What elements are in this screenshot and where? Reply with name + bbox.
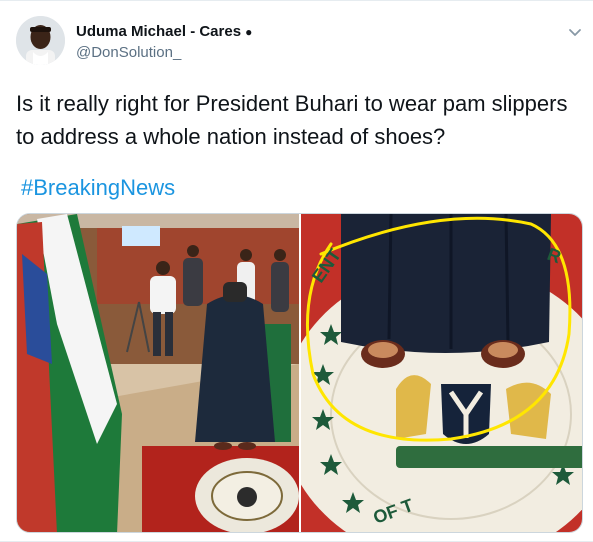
photo-right[interactable]: R ENT OF T — [300, 214, 582, 532]
tweet-text: Is it really right for President Buhari … — [16, 91, 568, 149]
chevron-down-icon[interactable] — [566, 23, 584, 41]
avatar[interactable] — [16, 16, 65, 65]
user-handle[interactable]: @DonSolution_ — [76, 44, 181, 61]
photo-left[interactable] — [17, 214, 299, 532]
hashtag-link[interactable]: #BreakingNews — [21, 175, 175, 201]
tweet-card[interactable]: Uduma Michael - Cares ● @DonSolution_ Is… — [0, 0, 593, 542]
name-badge: ● — [245, 24, 253, 39]
display-name[interactable]: Uduma Michael - Cares — [76, 23, 241, 40]
media-grid: R ENT OF T — [16, 213, 583, 533]
